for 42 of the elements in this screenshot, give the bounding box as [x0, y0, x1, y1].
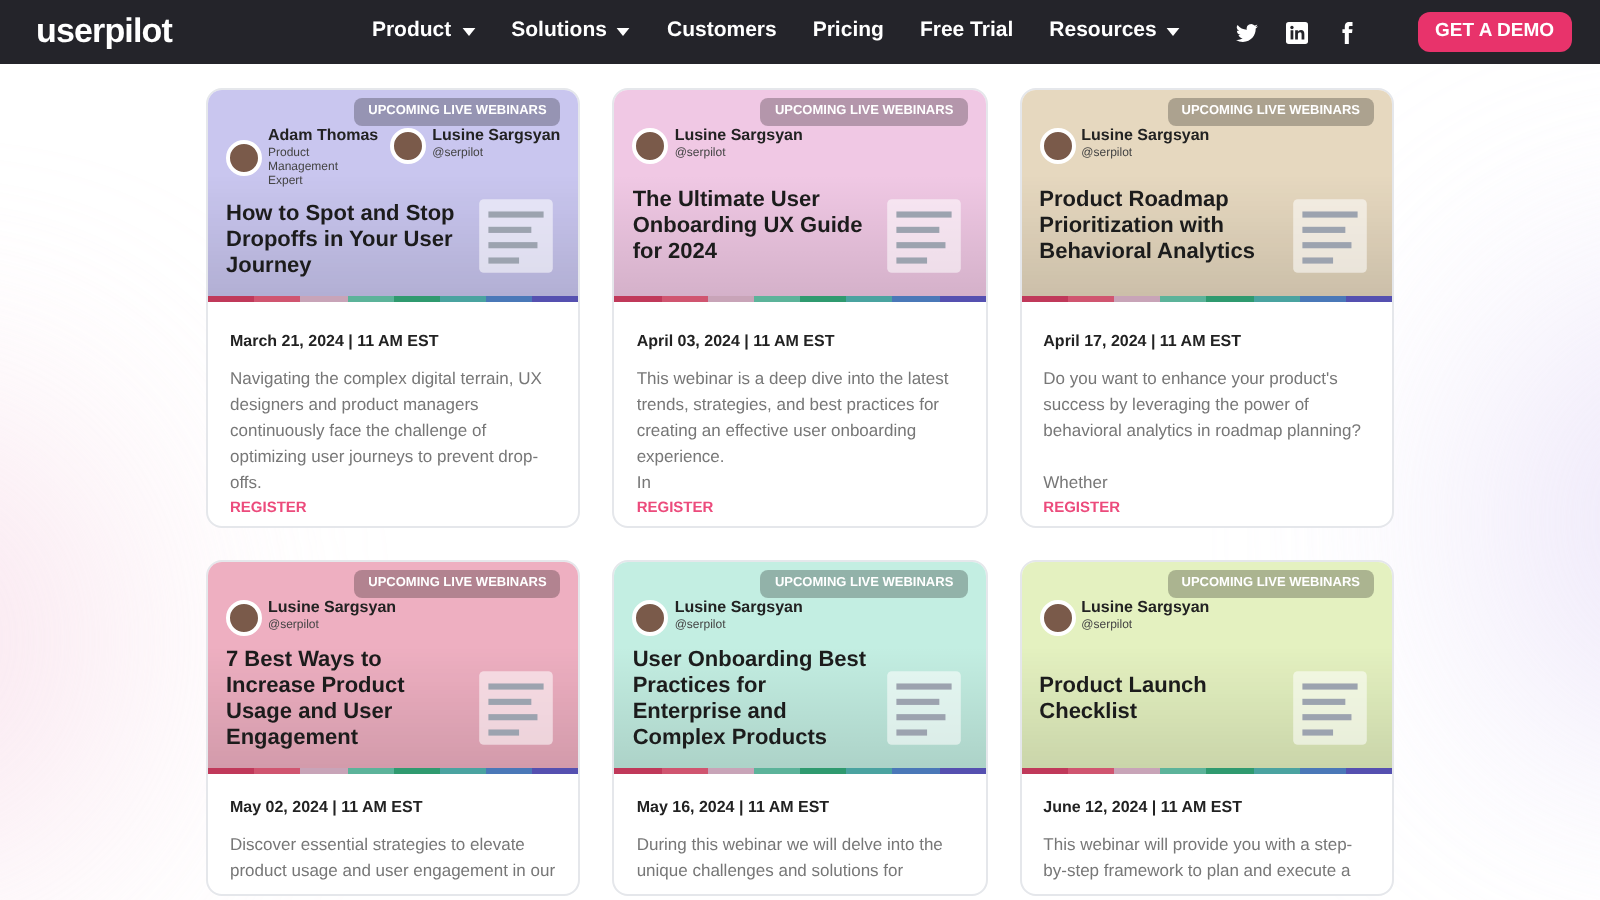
- webinar-date: May 02, 2024 | 11 AM EST: [230, 796, 425, 820]
- webinar-description: This webinar is a deep dive into the latest trends, strategies, and best practices for creating an effective user onboarding experience. In: [636, 366, 951, 496]
- nav-link[interactable]: Customers: [666, 16, 777, 48]
- avatar: [632, 127, 669, 164]
- webinar-date: April 03, 2024 | 11 AM EST: [636, 330, 837, 354]
- webinar-title: Product Launch Checklist: [1039, 673, 1209, 726]
- webinar-title: User Onboarding Best Practices for Enterprise and Complex Products: [632, 647, 868, 752]
- nav-link[interactable]: Pricing: [812, 16, 884, 48]
- avatar: [390, 127, 427, 164]
- nav-link[interactable]: Resources: [1049, 16, 1181, 48]
- webinar-description: This webinar will provide you with a step-by-step framework to plan and execute a: [1043, 832, 1355, 884]
- speaker-name: Lusine Sargsyan: [674, 600, 803, 617]
- webinar-title: Product Roadmap Prioritization with Behavioral Analytics: [1039, 188, 1257, 267]
- bird-icon[interactable]: [1235, 21, 1258, 43]
- speaker-name: Adam Thomas: [268, 127, 379, 144]
- webinar-date: March 21, 2024 | 11 AM EST: [230, 330, 441, 354]
- webinar-title: 7 Best Ways to Increase Product Usage and User Engagement: [226, 647, 407, 752]
- webinar-date: June 12, 2024 | 11 AM EST: [1043, 796, 1244, 820]
- speaker-name: Lusine Sargsyan: [674, 128, 803, 145]
- nav-link[interactable]: Solutions: [511, 16, 631, 48]
- speaker-name: Lusine Sargsyan: [268, 600, 397, 617]
- webinar-date: May 16, 2024 | 11 AM EST: [636, 796, 832, 820]
- avatar: [1039, 127, 1076, 164]
- speaker-name: Lusine Sargsyan: [1081, 128, 1210, 145]
- webinar-title: How to Spot and Stop Dropoffs in Your User Journey: [226, 201, 457, 280]
- avatar: [1039, 599, 1076, 636]
- webinar-date: April 17, 2024 | 11 AM EST: [1043, 330, 1244, 354]
- linkedin-icon[interactable]: [1285, 21, 1308, 43]
- webinar-title: The Ultimate User Onboarding UX Guide for 2024: [632, 188, 865, 267]
- avatar: [226, 599, 262, 636]
- webinar-description: During this webinar we will delve into the unique challenges and solutions for: [636, 832, 945, 884]
- webinar-description: Discover essential strategies to elevate product usage and user engagement in our: [230, 832, 557, 884]
- speaker-name: Lusine Sargsyan: [1081, 600, 1210, 617]
- nav-link[interactable]: Free Trial: [919, 16, 1014, 48]
- logo[interactable]: userpilot: [36, 6, 172, 58]
- webinar-description: Do you want to enhance your product's success by leveraging the power of behavioral analytics in roadmap planning? Whether: [1043, 366, 1363, 496]
- nav-link[interactable]: Product: [371, 16, 476, 48]
- get-a-demo-button[interactable]: GET A DEMO: [1417, 12, 1572, 52]
- avatar: [632, 599, 669, 636]
- webinar-description: Navigating the complex digital terrain, UX designers and product managers continuously face the challenge of optimizing user journeys to prevent drop-offs.: [230, 366, 544, 496]
- speaker-name: Lusine Sargsyan: [432, 128, 561, 145]
- avatar: [226, 140, 262, 177]
